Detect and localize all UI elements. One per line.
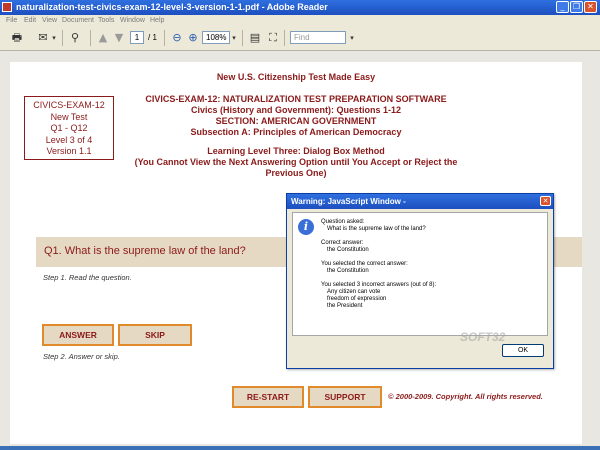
menu-tools[interactable]: Tools [98,15,114,26]
toolbar-separator [62,30,63,46]
menu-window[interactable]: Window [120,15,145,26]
menu-file[interactable]: File [6,15,17,26]
dialog-message-area: i Question asked: What is the supreme la… [292,212,548,336]
print-icon[interactable]: 🖶 [10,31,24,45]
dialog-incorrect-label: You selected 3 incorrect answers (out of… [321,282,437,288]
bottom-strip [0,446,600,450]
zoom-out-icon[interactable]: ⊖ [170,31,184,45]
window-titlebar: naturalization-test-civics-exam-12-level… [0,0,600,15]
dialog-question-value: What is the supreme law of the land? [327,226,426,232]
dialog-close-icon[interactable]: ✕ [540,196,551,206]
toolbar: 🖶 ✉ ▾ ⚲ ▲ ▼ 1 / 1 ⊖ ⊕ 108% ▾ ▤ ⛶ Find ▾ [0,26,600,51]
page-heading: New U.S. Citizenship Test Made Easy [216,72,376,82]
dialog-ok-button[interactable]: OK [502,344,544,357]
title-line-4: Subsection A: Principles of American Dem… [190,127,402,137]
toolbar-separator [164,30,165,46]
step-2-text: Step 2. Answer or skip. [43,352,120,361]
menu-bar: File Edit View Document Tools Window Hel… [0,15,600,26]
toolbar-separator [242,30,243,46]
title-line-2: Civics (History and Government): Questio… [190,105,402,115]
toolbar-separator [284,30,285,46]
chevron-down-icon[interactable]: ▾ [50,31,58,45]
javascript-dialog[interactable]: Warning: JavaScript Window - ✕ i Questio… [286,193,554,369]
menu-document[interactable]: Document [62,15,94,26]
zoom-in-icon[interactable]: ⊕ [186,31,200,45]
menu-edit[interactable]: Edit [24,15,36,26]
menu-help[interactable]: Help [150,15,164,26]
maximize-button[interactable]: ❐ [570,1,583,13]
support-button[interactable]: SUPPORT [308,386,382,408]
copyright-text: © 2000-2009. Copyright. All rights reser… [388,392,543,401]
title-line-1: CIVICS-EXAM-12: NATURALIZATION TEST PREP… [145,94,447,104]
toolbar-separator [90,30,91,46]
info-icon: i [298,219,314,235]
dialog-selected-correct-value: the Constitution [327,268,369,274]
adobe-reader-icon [2,2,12,12]
chevron-down-icon[interactable]: ▾ [230,31,238,45]
skip-button[interactable]: SKIP [118,324,192,346]
page-total: / 1 [148,33,157,42]
email-icon[interactable]: ✉ [36,31,50,45]
restart-button[interactable]: RE-START [232,386,304,408]
dialog-incorrect-item: the President [327,303,363,309]
fit-width-icon[interactable]: ⛶ [266,31,280,45]
next-page-icon[interactable]: ▼ [112,31,126,45]
dialog-question-label: Question asked: [321,219,365,225]
previous-page-icon[interactable]: ▲ [96,31,110,45]
method-line-3: Previous One) [265,168,327,178]
menu-view[interactable]: View [42,15,57,26]
step-1-text: Step 1. Read the question. [43,273,132,282]
zoom-level-input[interactable]: 108% [202,31,230,44]
search-icon[interactable]: ⚲ [68,31,82,45]
answer-button[interactable]: ANSWER [42,324,114,346]
dialog-correct-value: the Constitution [327,247,369,253]
watermark: SOFT32 [460,330,506,344]
dialog-selected-correct-label: You selected the correct answer: [321,261,408,267]
find-input[interactable]: Find [290,31,346,44]
window-title: naturalization-test-civics-exam-12-level… [16,2,328,12]
chevron-down-icon[interactable]: ▾ [348,31,356,45]
dialog-correct-label: Correct answer: [321,240,364,246]
close-button[interactable]: ✕ [584,1,597,13]
dialog-title: Warning: JavaScript Window - [287,194,553,209]
method-line-2: (You Cannot View the Next Answering Opti… [134,157,458,167]
title-line-3: SECTION: AMERICAN GOVERNMENT [215,116,377,126]
dialog-incorrect-item: Any citizen can vote [327,289,381,295]
method-line-1: Learning Level Three: Dialog Box Method [207,146,385,156]
minimize-button[interactable]: _ [556,1,569,13]
fit-page-icon[interactable]: ▤ [248,31,262,45]
page-number-input[interactable]: 1 [130,31,144,44]
question-text: Q1. What is the supreme law of the land? [44,245,246,257]
dialog-incorrect-item: freedom of expression [327,296,387,302]
